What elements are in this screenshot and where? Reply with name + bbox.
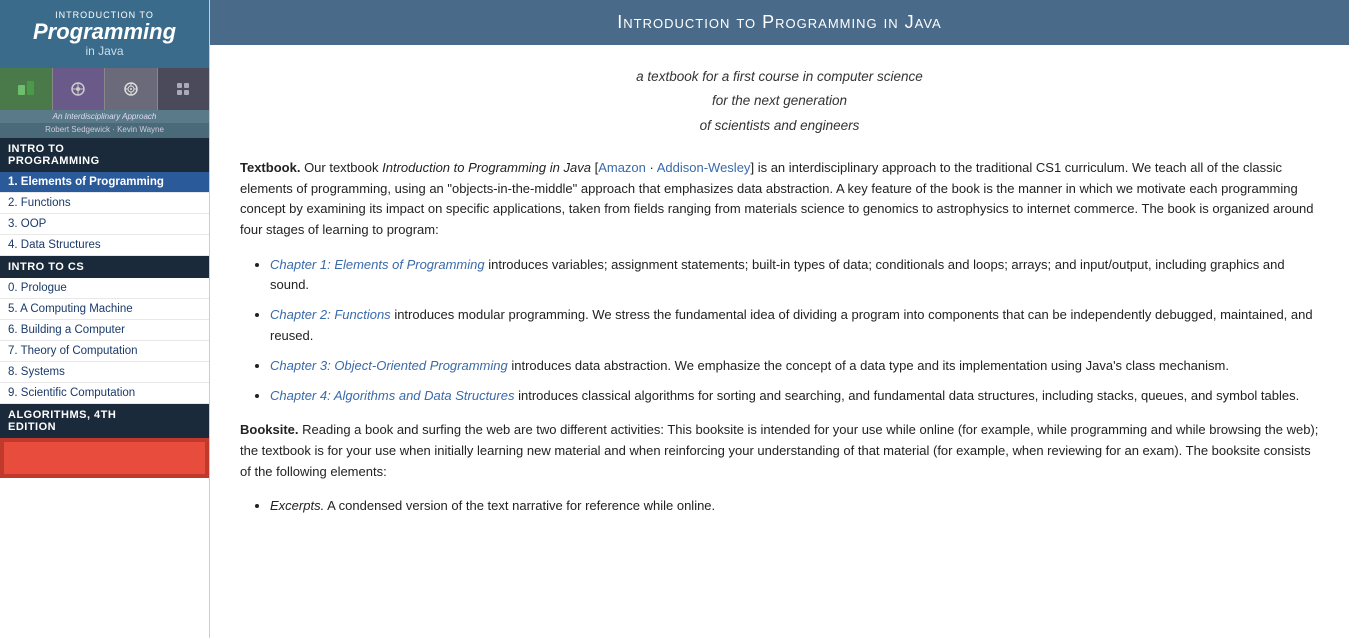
nav-item-data-structures[interactable]: 4. Data Structures: [0, 235, 209, 256]
excerpts-body: A condensed version of the text narrativ…: [327, 498, 715, 513]
booksite-list: Excerpts. A condensed version of the tex…: [270, 496, 1319, 516]
textbook-bracket-close: ]: [750, 160, 754, 175]
nav-item-scientific-computation[interactable]: 9. Scientific Computation: [0, 383, 209, 404]
nav-item-oop[interactable]: 3. OOP: [0, 214, 209, 235]
nav-header-algorithms: Algorithms, 4thEdition: [0, 404, 209, 438]
excerpts-item: Excerpts. A condensed version of the tex…: [270, 496, 1319, 516]
booksite-paragraph: Booksite. Reading a book and surfing the…: [240, 420, 1319, 482]
textbook-intro: Our textbook: [304, 160, 382, 175]
subtitle-line-3: of scientists and engineers: [240, 114, 1319, 138]
chapter-3-item: Chapter 3: Object-Oriented Programming i…: [270, 356, 1319, 376]
nav-item-functions[interactable]: 2. Functions: [0, 193, 209, 214]
amazon-link[interactable]: Amazon: [598, 160, 646, 175]
chapter-3-link[interactable]: Chapter 3: Object-Oriented Programming: [270, 358, 508, 373]
excerpts-label: Excerpts.: [270, 498, 324, 513]
booksite-label: Booksite.: [240, 422, 299, 437]
nav-item-building-computer[interactable]: 6. Building a Computer: [0, 320, 209, 341]
cover-icon-4: [158, 68, 210, 110]
textbook-title: Introduction to Programming in Java: [382, 160, 591, 175]
main-content: Introduction to Programming in Java a te…: [210, 0, 1349, 638]
page-title: Introduction to Programming in Java: [617, 12, 941, 32]
cover-icon-3: [105, 68, 158, 110]
chapter-4-link[interactable]: Chapter 4: Algorithms and Data Structure…: [270, 388, 514, 403]
algo-cover: [0, 438, 209, 478]
book-cover: INTRODUCTION TO Programming in Java: [0, 0, 209, 68]
cover-icon-2: [53, 68, 106, 110]
subtitle-line-2: for the next generation: [240, 89, 1319, 113]
page-header: Introduction to Programming in Java: [210, 0, 1349, 45]
nav-item-computing-machine[interactable]: 5. A Computing Machine: [0, 299, 209, 320]
chapter-2-link[interactable]: Chapter 2: Functions: [270, 307, 391, 322]
chapter-4-item: Chapter 4: Algorithms and Data Structure…: [270, 386, 1319, 406]
cover-subtitle: An Interdisciplinary Approach: [0, 110, 209, 123]
textbook-paragraph: Textbook. Our textbook Introduction to P…: [240, 158, 1319, 241]
nav-item-systems[interactable]: 8. Systems: [0, 362, 209, 383]
book-subtitle: in Java: [10, 44, 199, 58]
chapters-list: Chapter 1: Elements of Programming intro…: [270, 255, 1319, 406]
cover-authors: Robert Sedgewick · Kevin Wayne: [0, 123, 209, 138]
cover-icons-row: [0, 68, 209, 110]
chapter-3-desc: introduces data abstraction. We emphasiz…: [511, 358, 1229, 373]
algo-cover-inner: [4, 442, 205, 474]
chapter-1-item: Chapter 1: Elements of Programming intro…: [270, 255, 1319, 295]
booksite-body: Reading a book and surfing the web are t…: [240, 422, 1318, 479]
nav-header-intro-cs: Intro to CS: [0, 256, 209, 278]
subtitle-line-1: a textbook for a first course in compute…: [240, 65, 1319, 89]
addison-link[interactable]: Addison-Wesley: [657, 160, 751, 175]
chapter-4-desc: introduces classical algorithms for sort…: [518, 388, 1299, 403]
subtitle-block: a textbook for a first course in compute…: [240, 65, 1319, 138]
nav-item-prologue[interactable]: 0. Prologue: [0, 278, 209, 299]
nav-item-elements[interactable]: 1. Elements of Programming: [0, 172, 209, 193]
chapter-2-item: Chapter 2: Functions introduces modular …: [270, 305, 1319, 345]
cover-icon-1: [0, 68, 53, 110]
content-area: a textbook for a first course in compute…: [210, 65, 1349, 550]
chapter-2-desc: introduces modular programming. We stres…: [270, 307, 1313, 342]
textbook-label: Textbook.: [240, 160, 300, 175]
chapter-1-link[interactable]: Chapter 1: Elements of Programming: [270, 257, 485, 272]
nav-item-theory-computation[interactable]: 7. Theory of Computation: [0, 341, 209, 362]
sidebar: INTRODUCTION TO Programming in Java: [0, 0, 210, 638]
nav-header-intro-programming: Intro toProgramming: [0, 138, 209, 172]
textbook-dot: ·: [646, 160, 657, 175]
book-title: Programming: [10, 20, 199, 44]
